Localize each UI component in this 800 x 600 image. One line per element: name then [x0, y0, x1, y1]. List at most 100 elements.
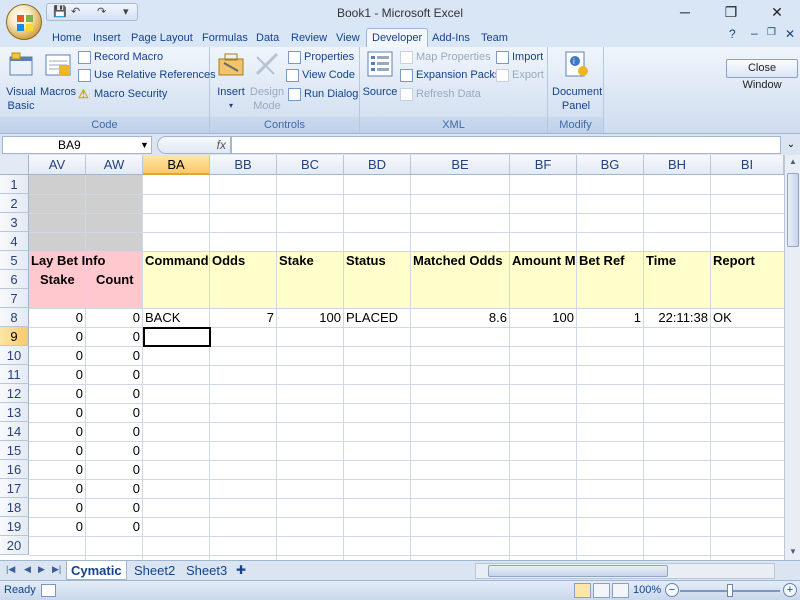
column-header-bb[interactable]: BB — [210, 155, 277, 175]
row-header[interactable]: 15 — [0, 441, 29, 460]
column-header-ba[interactable]: BA — [143, 155, 210, 175]
visual-basic-button[interactable]: Visual Basic — [3, 49, 39, 113]
cell[interactable]: 0 — [29, 308, 86, 327]
cell[interactable]: 0 — [86, 308, 143, 327]
last-sheet-icon[interactable]: ▶| — [52, 564, 61, 575]
export-button[interactable]: Export — [496, 67, 544, 84]
cell[interactable]: PLACED — [346, 308, 411, 327]
row-header[interactable]: 17 — [0, 479, 29, 498]
expand-formula-bar-icon[interactable]: ⌄ — [784, 136, 798, 154]
row-header[interactable]: 8 — [0, 308, 29, 327]
select-all-corner[interactable] — [0, 155, 29, 175]
cell[interactable]: 22:11:38 — [644, 308, 711, 327]
row-header[interactable]: 16 — [0, 460, 29, 479]
row-header[interactable]: 5 — [0, 251, 29, 270]
cell[interactable]: 8.6 — [411, 308, 510, 327]
cell[interactable]: 0 — [29, 365, 86, 384]
cell[interactable]: 1 — [577, 308, 644, 327]
cell[interactable]: 0 — [29, 479, 86, 498]
zoom-out-button[interactable]: − — [665, 583, 679, 597]
ribbon-close-button[interactable]: ✕ — [785, 27, 795, 41]
source-button[interactable]: Source — [362, 49, 398, 99]
cell[interactable]: 100 — [277, 308, 344, 327]
page-break-view-button[interactable] — [612, 583, 629, 598]
row-header-selected[interactable]: 9 — [0, 327, 29, 346]
insert-function-button[interactable]: fx — [157, 136, 231, 154]
restore-button[interactable]: ❐ — [708, 2, 754, 22]
row-header[interactable]: 6 — [0, 270, 29, 289]
row-header[interactable]: 13 — [0, 403, 29, 422]
cell[interactable]: 0 — [86, 365, 143, 384]
relative-references-button[interactable]: Use Relative References — [78, 67, 216, 84]
cell[interactable]: 0 — [86, 517, 143, 536]
cell[interactable]: 0 — [86, 441, 143, 460]
cell[interactable]: 0 — [29, 346, 86, 365]
close-button[interactable]: ✕ — [754, 2, 800, 22]
cell[interactable]: 0 — [29, 403, 86, 422]
ribbon-restore-button[interactable]: ❐ — [767, 27, 776, 38]
name-box-dropdown-icon[interactable]: ▼ — [140, 136, 149, 154]
minimize-button[interactable]: ─ — [662, 2, 708, 22]
tab-developer[interactable]: Developer — [366, 28, 429, 48]
tab-review[interactable]: Review — [286, 29, 332, 47]
sheet-tab-sheet2[interactable]: Sheet2 — [130, 561, 179, 580]
cell[interactable]: OK — [713, 308, 783, 327]
office-button[interactable] — [6, 4, 42, 40]
row-header[interactable]: 7 — [0, 289, 29, 308]
column-header-bf[interactable]: BF — [510, 155, 577, 175]
prev-sheet-icon[interactable]: ◀ — [24, 564, 31, 575]
record-macro-button[interactable]: Record Macro — [78, 49, 163, 66]
design-mode-button[interactable]: Design Mode — [248, 49, 286, 113]
help-icon[interactable]: ? — [729, 27, 736, 41]
formula-input[interactable] — [231, 136, 781, 154]
page-layout-view-button[interactable] — [593, 583, 610, 598]
worksheet-grid[interactable]: AV AW BA BB BC BD BE BF BG BH BI 1 2 3 4… — [0, 155, 784, 560]
import-button[interactable]: Import — [496, 49, 543, 66]
row-header[interactable]: 20 — [0, 536, 29, 555]
run-dialog-button[interactable]: Run Dialog — [288, 86, 358, 103]
row-header[interactable]: 14 — [0, 422, 29, 441]
document-panel-button[interactable]: i Document Panel — [550, 49, 602, 113]
tab-data[interactable]: Data — [251, 29, 284, 47]
cell[interactable]: 0 — [29, 422, 86, 441]
map-properties-button[interactable]: Map Properties — [400, 49, 491, 66]
cell[interactable]: 0 — [86, 422, 143, 441]
column-header-bg[interactable]: BG — [577, 155, 644, 175]
insert-control-button[interactable]: Insert ▾ — [214, 49, 248, 113]
column-header-bd[interactable]: BD — [344, 155, 411, 175]
column-header-bi[interactable]: BI — [711, 155, 784, 175]
zoom-level[interactable]: 100% — [633, 584, 661, 596]
ribbon-minimize-button[interactable]: – — [751, 26, 758, 40]
horizontal-scroll-thumb[interactable] — [488, 565, 668, 577]
macro-record-icon[interactable] — [41, 584, 56, 597]
cell[interactable]: 0 — [86, 327, 143, 346]
cell[interactable]: BACK — [145, 308, 210, 327]
zoom-slider[interactable] — [680, 584, 780, 597]
macros-button[interactable]: Macros — [40, 49, 76, 99]
cell[interactable]: 0 — [29, 517, 86, 536]
column-header-bc[interactable]: BC — [277, 155, 344, 175]
cell[interactable]: 0 — [29, 498, 86, 517]
view-code-button[interactable]: View Code — [286, 67, 355, 84]
cell[interactable]: 7 — [210, 308, 277, 327]
cell[interactable]: 100 — [510, 308, 577, 327]
expansion-packs-button[interactable]: Expansion Packs — [400, 67, 500, 84]
column-header-av[interactable]: AV — [29, 155, 86, 175]
scroll-down-icon[interactable]: ▼ — [785, 545, 800, 559]
tab-view[interactable]: View — [331, 29, 365, 47]
zoom-slider-knob[interactable] — [727, 584, 733, 597]
cell[interactable]: 0 — [29, 441, 86, 460]
scroll-up-icon[interactable]: ▲ — [785, 155, 800, 169]
row-header[interactable]: 12 — [0, 384, 29, 403]
normal-view-button[interactable] — [574, 583, 591, 598]
cell[interactable]: 0 — [86, 384, 143, 403]
column-header-aw[interactable]: AW — [86, 155, 143, 175]
cell[interactable]: 0 — [29, 384, 86, 403]
tab-insert[interactable]: Insert — [88, 29, 126, 47]
cell[interactable]: 0 — [86, 346, 143, 365]
cell[interactable]: 0 — [86, 498, 143, 517]
next-sheet-icon[interactable]: ▶ — [38, 564, 45, 575]
tab-home[interactable]: Home — [47, 29, 86, 47]
sheet-tab-sheet3[interactable]: Sheet3 — [182, 561, 231, 580]
cell[interactable]: 0 — [29, 327, 86, 346]
